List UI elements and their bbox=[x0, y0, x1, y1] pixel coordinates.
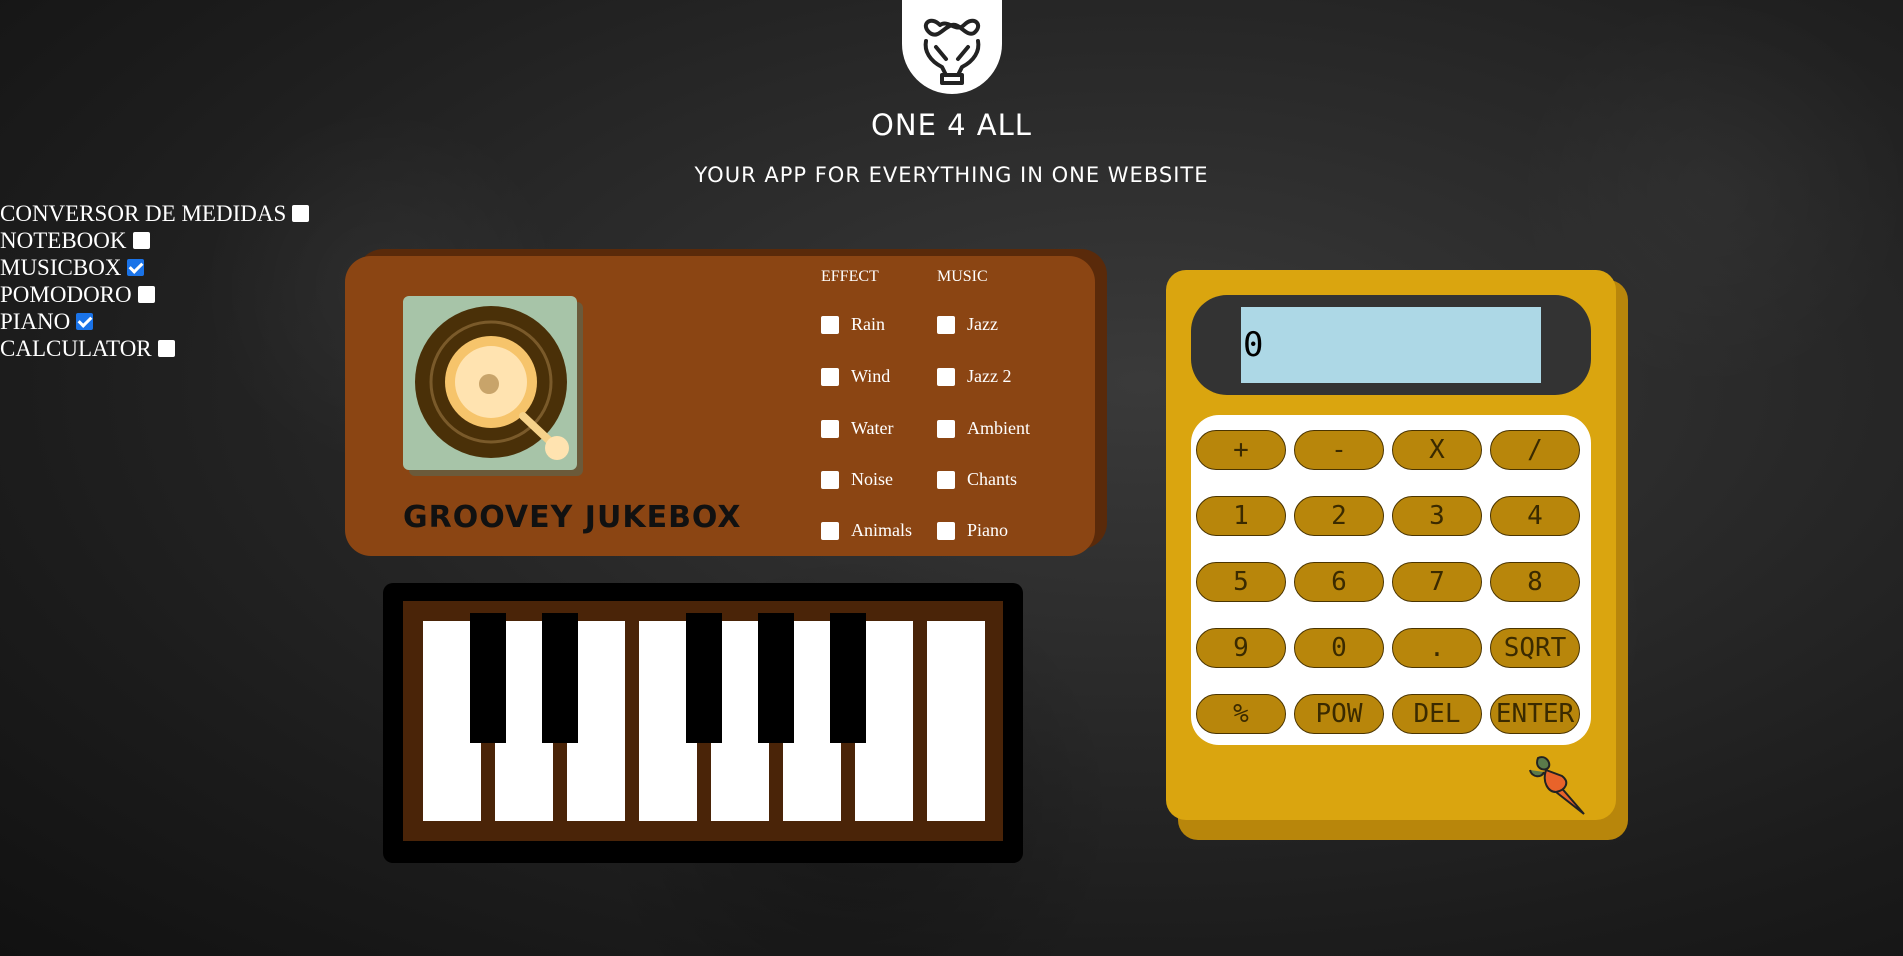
module-toggle-list: CONVERSOR DE MEDIDAS NOTEBOOK MUSICBOX P… bbox=[0, 200, 310, 362]
toggle-label: CONVERSOR DE MEDIDAS bbox=[0, 201, 287, 226]
checkbox[interactable] bbox=[937, 470, 955, 489]
calc-key-multiply[interactable]: X bbox=[1392, 430, 1482, 470]
option-label: Noise bbox=[851, 469, 893, 489]
checkbox[interactable] bbox=[821, 315, 839, 334]
checkbox[interactable] bbox=[292, 205, 310, 222]
calc-key-3[interactable]: 3 bbox=[1392, 496, 1482, 536]
checkbox[interactable] bbox=[76, 313, 94, 330]
piano-keybed bbox=[403, 601, 1003, 841]
calc-key-8[interactable]: 8 bbox=[1490, 562, 1580, 602]
piano-black-key[interactable] bbox=[686, 613, 722, 743]
calculator-display: 0 bbox=[1241, 307, 1541, 383]
calc-key-minus[interactable]: - bbox=[1294, 430, 1384, 470]
calc-key-5[interactable]: 5 bbox=[1196, 562, 1286, 602]
calc-key-sqrt[interactable]: SQRT bbox=[1490, 628, 1580, 668]
calc-key-6[interactable]: 6 bbox=[1294, 562, 1384, 602]
calc-key-0[interactable]: 0 bbox=[1294, 628, 1384, 668]
calc-key-2[interactable]: 2 bbox=[1294, 496, 1384, 536]
checkbox[interactable] bbox=[157, 340, 175, 357]
music-option-jazz-2[interactable]: Jazz 2 bbox=[937, 366, 1011, 387]
option-label: Water bbox=[851, 418, 894, 438]
calc-key-divide[interactable]: / bbox=[1490, 430, 1580, 470]
music-option-chants[interactable]: Chants bbox=[937, 469, 1017, 490]
option-label: Rain bbox=[851, 314, 885, 334]
toggle-label: PIANO bbox=[0, 309, 71, 334]
option-label: Piano bbox=[967, 520, 1009, 540]
checkbox[interactable] bbox=[937, 419, 955, 438]
option-label: Wind bbox=[851, 366, 891, 386]
calc-key-1[interactable]: 1 bbox=[1196, 496, 1286, 536]
checkbox[interactable] bbox=[821, 521, 839, 540]
checkbox[interactable] bbox=[821, 470, 839, 489]
piano-black-key[interactable] bbox=[542, 613, 578, 743]
piano-panel bbox=[383, 583, 1023, 863]
effect-option-rain[interactable]: Rain bbox=[821, 314, 885, 335]
calc-key-plus[interactable]: + bbox=[1196, 430, 1286, 470]
calc-key-percent[interactable]: % bbox=[1196, 694, 1286, 734]
option-label: Chants bbox=[967, 469, 1018, 489]
piano-black-key[interactable] bbox=[758, 613, 794, 743]
toggle-label: MUSICBOX bbox=[0, 255, 122, 280]
checkbox[interactable] bbox=[127, 259, 145, 276]
toggle-label: POMODORO bbox=[0, 282, 132, 307]
effect-option-water[interactable]: Water bbox=[821, 418, 894, 439]
music-option-piano[interactable]: Piano bbox=[937, 520, 1008, 541]
toggle-piano[interactable]: PIANO bbox=[0, 308, 309, 335]
turntable-icon bbox=[403, 296, 583, 476]
logo bbox=[902, 0, 1002, 94]
option-label: Ambient bbox=[967, 418, 1030, 438]
option-label: Jazz bbox=[967, 314, 998, 334]
effect-option-noise[interactable]: Noise bbox=[821, 469, 893, 490]
toggle-calculator[interactable]: CALCULATOR bbox=[0, 335, 309, 362]
calc-key-decimal[interactable]: . bbox=[1392, 628, 1482, 668]
hands-infinity-icon bbox=[923, 18, 981, 85]
checkbox[interactable] bbox=[937, 367, 955, 386]
calculator-keypad: + - X / 1 2 3 4 5 6 7 8 9 0 . SQRT % POW… bbox=[1191, 415, 1591, 745]
piano-black-key[interactable] bbox=[470, 613, 506, 743]
checkbox[interactable] bbox=[821, 367, 839, 386]
toggle-notebook[interactable]: NOTEBOOK bbox=[0, 227, 309, 254]
effect-option-animals[interactable]: Animals bbox=[821, 520, 912, 541]
calc-key-4[interactable]: 4 bbox=[1490, 496, 1580, 536]
music-option-ambient[interactable]: Ambient bbox=[937, 418, 1030, 439]
toggle-label: NOTEBOOK bbox=[0, 228, 127, 253]
carrot-icon bbox=[1526, 750, 1596, 824]
option-label: Jazz 2 bbox=[967, 366, 1012, 386]
app-subtitle: YOUR APP FOR EVERYTHING IN ONE WEBSITE bbox=[694, 163, 1209, 187]
calc-key-9[interactable]: 9 bbox=[1196, 628, 1286, 668]
calc-key-enter[interactable]: ENTER bbox=[1490, 694, 1580, 734]
calculator-panel: 0 + - X / 1 2 3 4 5 6 7 8 9 0 . SQRT % P… bbox=[1166, 270, 1616, 820]
checkbox[interactable] bbox=[821, 419, 839, 438]
checkbox[interactable] bbox=[132, 232, 150, 249]
calc-key-del[interactable]: DEL bbox=[1392, 694, 1482, 734]
effect-heading: EFFECT bbox=[821, 268, 879, 285]
option-label: Animals bbox=[851, 520, 912, 540]
checkbox[interactable] bbox=[937, 315, 955, 334]
jukebox-brand: GROOVEY JUKEBOX bbox=[403, 500, 742, 535]
music-option-jazz[interactable]: Jazz bbox=[937, 314, 998, 335]
toggle-musicbox[interactable]: MUSICBOX bbox=[0, 254, 309, 281]
music-box-panel: GROOVEY JUKEBOX EFFECT MUSIC Rain Wind W… bbox=[345, 256, 1095, 556]
piano-white-key[interactable] bbox=[927, 621, 985, 821]
calculator-screen-frame: 0 bbox=[1191, 295, 1591, 395]
piano-black-key[interactable] bbox=[830, 613, 866, 743]
effect-option-wind[interactable]: Wind bbox=[821, 366, 890, 387]
music-heading: MUSIC bbox=[937, 268, 988, 285]
app-title: ONE 4 ALL bbox=[871, 108, 1032, 142]
toggle-label: CALCULATOR bbox=[0, 336, 152, 361]
toggle-conversor[interactable]: CONVERSOR DE MEDIDAS bbox=[0, 200, 310, 227]
checkbox[interactable] bbox=[937, 521, 955, 540]
calc-key-7[interactable]: 7 bbox=[1392, 562, 1482, 602]
toggle-pomodoro[interactable]: POMODORO bbox=[0, 281, 309, 308]
checkbox[interactable] bbox=[137, 286, 155, 303]
calc-key-pow[interactable]: POW bbox=[1294, 694, 1384, 734]
